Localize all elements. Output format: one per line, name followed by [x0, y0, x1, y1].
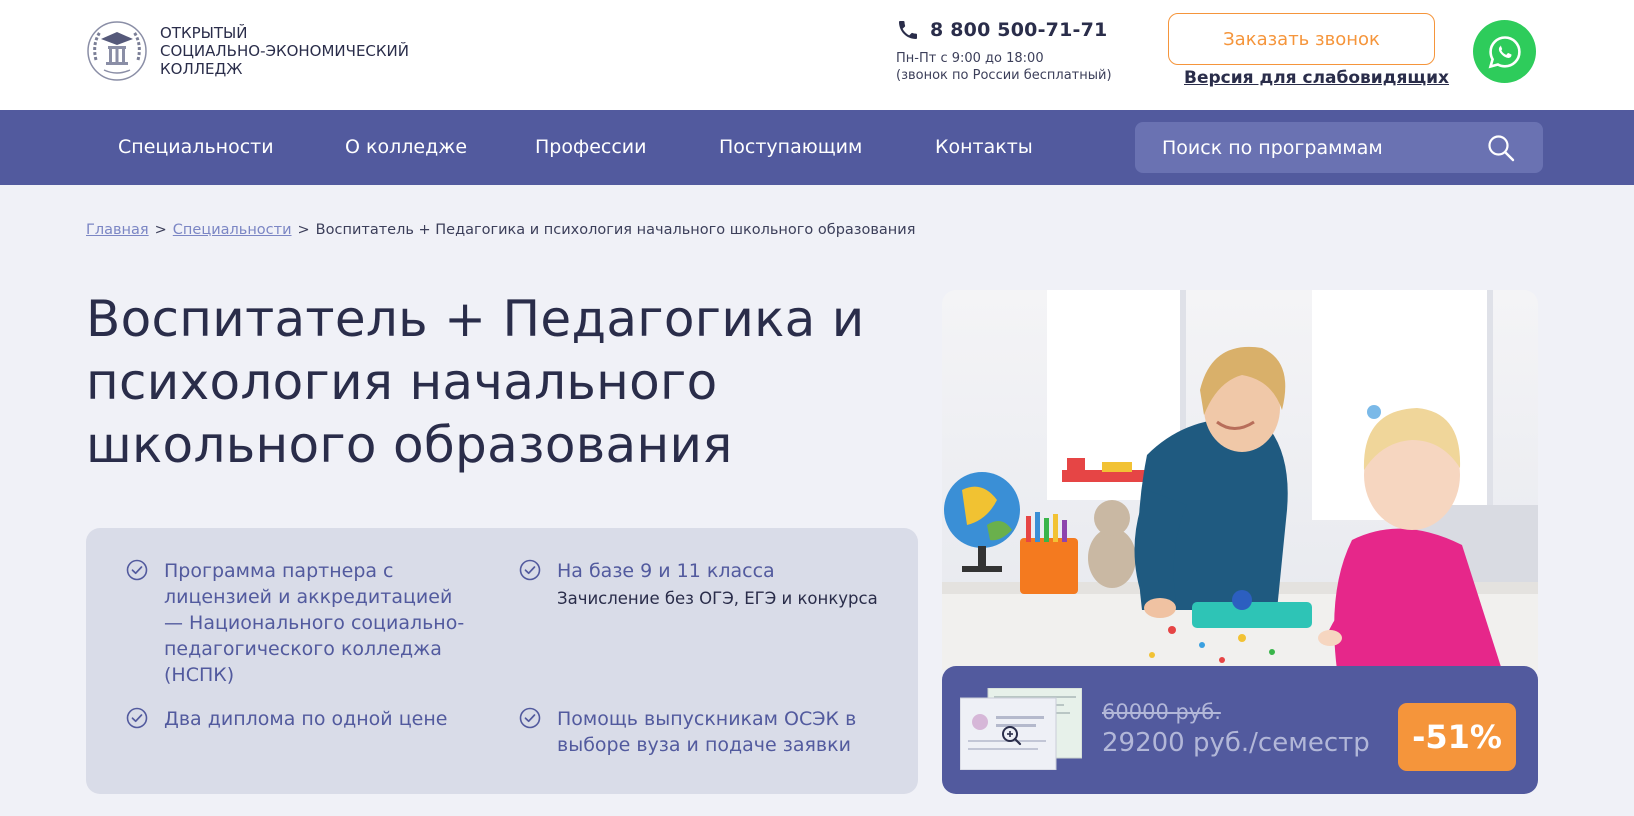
college-name: Открытый социально-экономический колледж	[160, 24, 409, 78]
search-icon[interactable]	[1487, 134, 1515, 162]
price-card: 60000 руб. 29200 руб./семестр -51%	[942, 666, 1538, 794]
program-features: Программа партнера с лицензией и аккреди…	[86, 528, 918, 794]
breadcrumb-home-link[interactable]: Главная	[86, 222, 149, 238]
free-call-note: (звонок по России бесплатный)	[896, 68, 1112, 83]
old-price: 60000 руб.	[1102, 700, 1221, 724]
program-search-input[interactable]	[1135, 122, 1475, 173]
nav-item-specialties[interactable]: Специальности	[118, 110, 274, 185]
check-circle-icon	[519, 707, 541, 729]
college-logo[interactable]: Открытый социально-экономический колледж	[86, 20, 409, 82]
page-title: Воспитатель + Педагогика и психология на…	[86, 290, 865, 474]
nav-item-professions[interactable]: Профессии	[535, 110, 647, 185]
feature-item: Программа партнера с лицензией и аккреди…	[126, 558, 466, 688]
nav-item-contacts[interactable]: Контакты	[935, 110, 1033, 185]
request-call-button[interactable]: Заказать звонок	[1168, 13, 1435, 65]
college-name-line: Открытый	[160, 24, 248, 42]
feature-item: Два диплома по одной цене	[126, 706, 486, 732]
college-emblem-icon	[87, 21, 147, 81]
main-navigation: Специальности О колледже Профессии Посту…	[0, 110, 1634, 185]
breadcrumb: Главная > Специальности > Воспитатель + Педа…	[86, 222, 915, 238]
feature-title: Программа партнера с лицензией и аккреди…	[164, 560, 465, 686]
feature-title: Помощь выпускникам ОСЭК в выборе вуза и …	[557, 708, 857, 756]
working-hours-text: Пн-Пт с 9:00 до 18:00	[896, 51, 1044, 66]
whatsapp-button[interactable]	[1473, 20, 1536, 83]
phone-icon	[899, 21, 917, 39]
feature-title: На базе 9 и 11 класса	[557, 560, 775, 582]
nav-item-applicants[interactable]: Поступающим	[719, 110, 862, 185]
feature-title: Два диплома по одной цене	[164, 708, 448, 730]
accessibility-version-link[interactable]: Версия для слабовидящих	[1184, 68, 1449, 88]
check-circle-icon	[126, 559, 148, 581]
diploma-preview-icon[interactable]	[960, 688, 1082, 770]
college-name-line: социально-экономический	[160, 42, 409, 60]
check-circle-icon	[126, 707, 148, 729]
program-photo	[942, 290, 1538, 670]
breadcrumb-separator: >	[154, 222, 167, 238]
feature-item: На базе 9 и 11 класса Зачисление без ОГЭ…	[519, 558, 899, 610]
college-name-line: колледж	[160, 60, 243, 78]
program-search	[1135, 122, 1543, 173]
working-hours: Пн-Пт с 9:00 до 18:00 (звонок по России …	[896, 50, 1112, 84]
discount-badge: -51%	[1398, 703, 1516, 771]
nav-item-about[interactable]: О колледже	[345, 110, 467, 185]
feature-subtitle: Зачисление без ОГЭ, ЕГЭ и конкурса	[557, 589, 878, 608]
check-circle-icon	[519, 559, 541, 581]
breadcrumb-specialties-link[interactable]: Специальности	[173, 222, 292, 238]
breadcrumb-separator: >	[297, 222, 310, 238]
feature-item: Помощь выпускникам ОСЭК в выборе вуза и …	[519, 706, 869, 758]
teacher-with-child-illustration	[942, 290, 1538, 670]
site-header: Открытый социально-экономический колледж…	[0, 0, 1634, 110]
breadcrumb-current: Воспитатель + Педагогика и психология на…	[315, 222, 916, 238]
current-price: 29200 руб./семестр	[1102, 728, 1370, 758]
whatsapp-icon	[1488, 35, 1521, 68]
contact-phone-block: 8 800 500-71-71 Пн-Пт с 9:00 до 18:00 (з…	[896, 18, 1112, 84]
phone-number-link[interactable]: 8 800 500-71-71	[930, 19, 1107, 41]
